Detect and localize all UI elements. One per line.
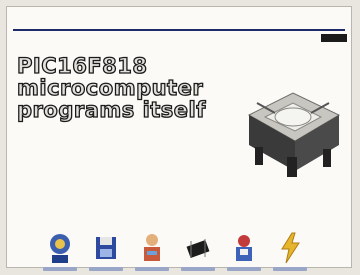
chip-programmer-icon bbox=[235, 73, 351, 183]
globe-person-icon[interactable] bbox=[43, 231, 77, 271]
floppy-disk-icon[interactable] bbox=[89, 231, 123, 271]
person-icon[interactable] bbox=[135, 231, 169, 271]
article-title: PIC16F818 microcomputer programs itself bbox=[16, 54, 207, 122]
lightning-icon[interactable] bbox=[273, 231, 307, 271]
article-card: PIC16F818 microcomputer programs itself bbox=[6, 6, 352, 271]
title-line-3: programs itself bbox=[16, 98, 206, 122]
footer-icon-row bbox=[43, 227, 347, 271]
chip-icon[interactable] bbox=[181, 231, 215, 271]
breadcrumb bbox=[17, 34, 347, 44]
site-header bbox=[13, 13, 345, 31]
badge-icon[interactable] bbox=[227, 231, 261, 271]
title-line-1: PIC16F818 bbox=[16, 54, 148, 78]
header-badge[interactable] bbox=[321, 34, 347, 42]
title-line-2: microcomputer bbox=[16, 76, 204, 100]
product-illustration bbox=[247, 92, 341, 177]
